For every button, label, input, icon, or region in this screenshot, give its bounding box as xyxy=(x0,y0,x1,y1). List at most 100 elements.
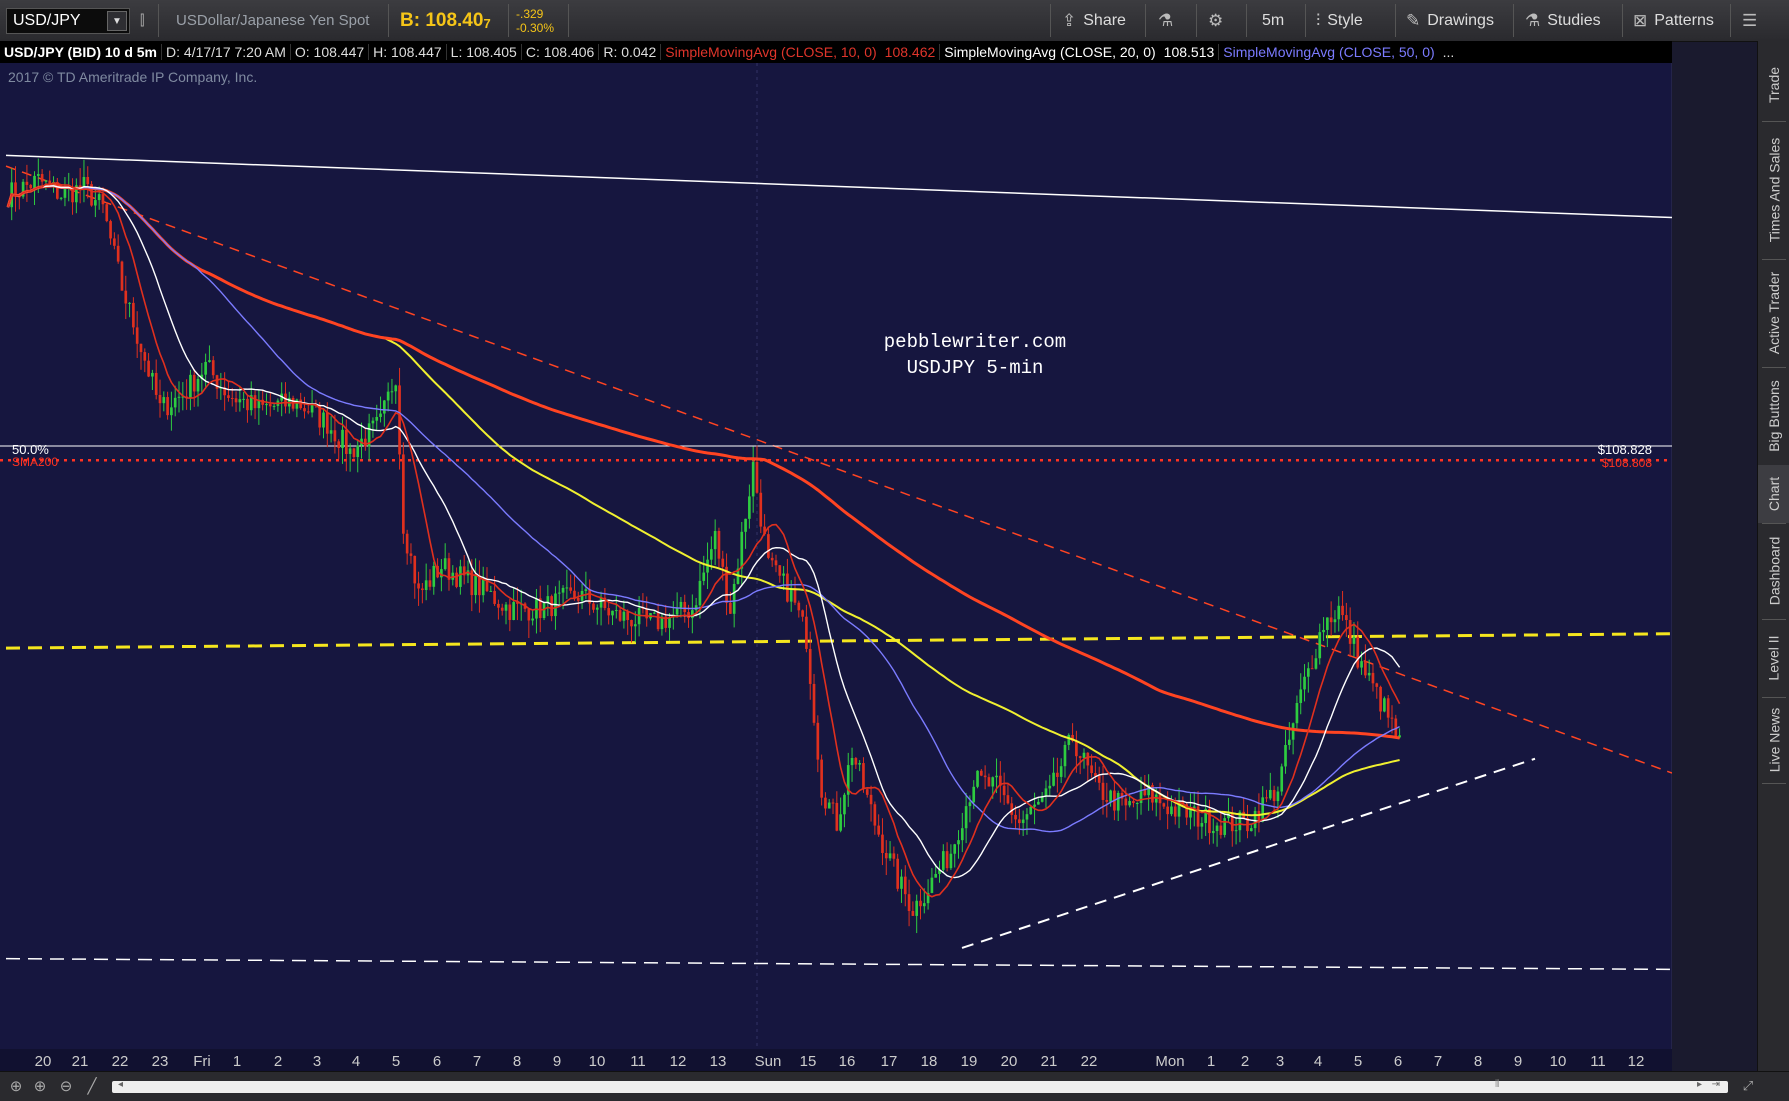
candle-down xyxy=(801,610,804,617)
candle-down xyxy=(1002,785,1006,796)
drawings-button[interactable]: ✎ Drawings xyxy=(1406,0,1494,41)
sma50-label[interactable]: SimpleMovingAvg (CLOSE, 50, 0) xyxy=(1219,44,1438,60)
candle-up xyxy=(481,578,485,596)
time-tick-label: 4 xyxy=(1314,1053,1322,1070)
sma10-label[interactable]: SimpleMovingAvg (CLOSE, 10, 0) xyxy=(661,44,880,60)
chart-title: USD/JPY (BID) 10 d 5m xyxy=(0,44,163,60)
time-tick-label: 12 xyxy=(1628,1053,1645,1070)
candle-down xyxy=(569,587,572,591)
candle-up xyxy=(1021,819,1025,824)
settings-button[interactable]: ⚙ xyxy=(1208,0,1223,41)
bar-date: D: 4/17/17 7:20 AM xyxy=(162,44,291,60)
candle-up xyxy=(633,624,637,627)
more-studies[interactable]: ... xyxy=(1439,44,1459,60)
sidebar-tab-label: Trade xyxy=(1766,66,1782,104)
bar-close: C: 108.406 xyxy=(522,44,600,60)
sidebar-tab-chart[interactable]: Chart xyxy=(1758,465,1789,523)
time-tick-label: 6 xyxy=(1394,1053,1402,1070)
zoom-in-icon[interactable]: ⊕ xyxy=(30,1076,50,1096)
pan-icon[interactable]: ⊕ xyxy=(6,1076,26,1096)
candle-down xyxy=(1345,615,1348,621)
candle-up xyxy=(976,770,979,787)
candle-down xyxy=(139,343,143,353)
candle-up xyxy=(702,572,706,581)
bar-low: L: 108.405 xyxy=(447,44,522,60)
candle-down xyxy=(873,804,877,826)
symbol-input[interactable]: USD/JPY ▼ xyxy=(6,8,130,34)
candle-up xyxy=(713,530,717,550)
candle-down xyxy=(29,184,33,189)
sidebar-tab-times-and-sales[interactable]: Times And Sales xyxy=(1758,121,1789,259)
candle-up xyxy=(512,602,515,620)
candle-down xyxy=(413,555,417,584)
candle-up xyxy=(740,531,744,569)
chart-info-bar: USD/JPY (BID) 10 d 5m D: 4/17/17 7:20 AM… xyxy=(0,41,1672,63)
scroll-fit-icon[interactable]: ⇥ xyxy=(1712,1079,1720,1090)
candle-up xyxy=(151,372,154,377)
scroll-grip-icon[interactable]: ⦀ xyxy=(1495,1079,1499,1090)
sidebar-tab-level-ii[interactable]: Level II xyxy=(1758,619,1789,697)
candle-up xyxy=(242,398,245,400)
time-scrollbar[interactable]: ◂ ⦀ ▸ ⇥ xyxy=(112,1079,1728,1093)
sidebar-tab-big-buttons[interactable]: Big Buttons xyxy=(1758,367,1789,465)
menu-button[interactable]: ☰ xyxy=(1742,0,1757,41)
share-button[interactable]: ⇪ Share xyxy=(1062,0,1126,41)
pattern-icon: ⊠ xyxy=(1633,10,1648,30)
candle-up xyxy=(97,194,101,201)
sma20-label[interactable]: SimpleMovingAvg (CLOSE, 20, 0) xyxy=(940,44,1159,60)
draw-line-icon[interactable]: ╱ xyxy=(82,1076,102,1096)
sma200-price: $108.808 xyxy=(1602,456,1652,470)
candle-up xyxy=(1116,792,1120,811)
candle-up xyxy=(957,840,960,845)
candle-up xyxy=(1135,803,1139,805)
flask-icon: ⚗ xyxy=(1158,10,1174,30)
candle-down xyxy=(1272,789,1276,802)
flask-button[interactable]: ⚗ xyxy=(1158,0,1173,41)
candle-up xyxy=(1029,806,1033,815)
candle-up xyxy=(930,877,934,893)
candle-down xyxy=(645,608,649,619)
time-axis-bg xyxy=(0,1049,1672,1071)
link-icon[interactable]: ⫿ xyxy=(140,0,144,41)
studies-button[interactable]: ⚗ Studies xyxy=(1525,0,1601,41)
price-chart[interactable]: 2017 © TD Ameritrade IP Company, Inc. pe… xyxy=(0,63,1672,1071)
candle-down xyxy=(1101,782,1105,800)
expand-icon[interactable]: ⤢ xyxy=(1738,1076,1758,1096)
sidebar-tab-active-trader[interactable]: Active Trader xyxy=(1758,259,1789,367)
sidebar-tab-live-news[interactable]: Live News xyxy=(1758,697,1789,783)
time-tick-label: Fri xyxy=(193,1053,211,1070)
scroll-right-icon[interactable]: ▸ xyxy=(1697,1079,1702,1090)
time-tick-label: 22 xyxy=(112,1053,129,1070)
candle-down xyxy=(1329,617,1333,623)
candle-up xyxy=(995,775,998,778)
candle-down xyxy=(1162,803,1166,807)
candle-up xyxy=(1261,797,1265,822)
candle-down xyxy=(1018,819,1021,824)
sidebar-tab-dashboard[interactable]: Dashboard xyxy=(1758,523,1789,619)
candle-down xyxy=(903,876,907,895)
zoom-out-icon[interactable]: ⊖ xyxy=(56,1076,76,1096)
candle-down xyxy=(352,448,356,458)
candle-up xyxy=(1287,739,1291,745)
sidebar-tab-trade[interactable]: Trade xyxy=(1758,49,1789,121)
candle-up xyxy=(675,607,679,615)
chart-svg[interactable]: 2017 © TD Ameritrade IP Company, Inc. pe… xyxy=(0,63,1672,1071)
candle-up xyxy=(1383,698,1386,712)
patterns-button[interactable]: ⊠ Patterns xyxy=(1633,0,1714,41)
candle-up xyxy=(272,405,276,407)
candle-down xyxy=(1056,772,1059,777)
candle-down xyxy=(1006,795,1010,804)
symbol-dropdown-icon[interactable]: ▼ xyxy=(107,11,127,31)
candle-up xyxy=(162,397,166,404)
sma20-value: 108.513 xyxy=(1160,44,1220,60)
time-tick-label: 11 xyxy=(630,1053,646,1070)
scroll-left-icon[interactable]: ◂ xyxy=(118,1079,123,1090)
candle-down xyxy=(1090,765,1093,774)
time-tick-label: 20 xyxy=(35,1053,52,1070)
candle-down xyxy=(500,607,504,611)
candle-up xyxy=(960,828,964,841)
divider xyxy=(568,4,569,37)
candle-down xyxy=(147,360,150,377)
timeframe-button[interactable]: 5m xyxy=(1262,0,1284,41)
style-button[interactable]: ⫶ Style xyxy=(1316,0,1363,41)
